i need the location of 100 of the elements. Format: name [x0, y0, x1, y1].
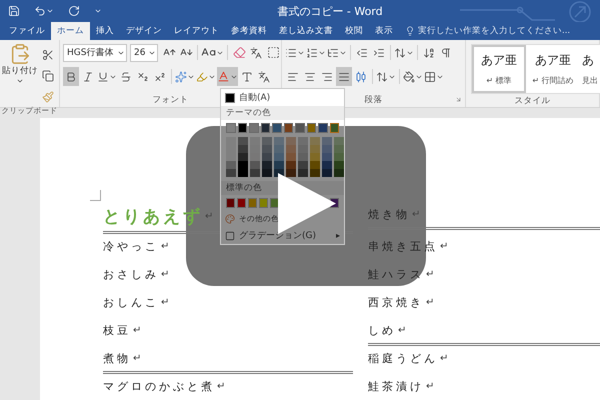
- font-size-field[interactable]: 26: [130, 44, 158, 62]
- paragraph-mark: ↵: [412, 210, 420, 220]
- color-swatch[interactable]: [260, 123, 270, 133]
- color-swatch[interactable]: [248, 198, 257, 208]
- color-swatch[interactable]: [318, 123, 328, 133]
- launcher-icon: [455, 96, 462, 103]
- color-swatch[interactable]: [238, 123, 247, 133]
- group-label: 段落: [364, 94, 382, 106]
- dish-name: 枝豆: [103, 323, 131, 338]
- paragraph-mark: ↵: [205, 212, 214, 222]
- group-label: スタイル: [514, 94, 550, 106]
- automatic-color-item[interactable]: 自動(A): [221, 89, 344, 106]
- paragraph-mark: ↵: [133, 326, 142, 336]
- paragraph-mark: ↵: [440, 354, 448, 364]
- style-name: ↵ 行間詰め: [532, 75, 574, 86]
- paintbrush-icon: [42, 90, 54, 102]
- color-swatch[interactable]: [295, 123, 304, 133]
- bordered-square-icon: [266, 46, 280, 59]
- redo-icon[interactable]: [68, 5, 80, 17]
- paste-button[interactable]: 貼り付け: [3, 43, 37, 106]
- ribbon-tab[interactable]: レイアウト: [168, 22, 225, 40]
- justify-icon: [338, 70, 350, 82]
- paragraph-mark: ↵: [398, 326, 406, 336]
- paragraph-mark: ↵: [161, 242, 170, 252]
- phonetic-icon: [250, 46, 262, 58]
- font-color-button[interactable]: [217, 67, 238, 86]
- dish-name: 鮭ハラス: [368, 267, 424, 282]
- distribute-icon: [355, 70, 367, 82]
- color-swatch[interactable]: [226, 198, 235, 208]
- paragraph-mark: ↵: [426, 298, 434, 308]
- color-shade-column[interactable]: [298, 137, 308, 177]
- caret-icon: [16, 77, 24, 85]
- color-shade-column[interactable]: [310, 137, 320, 177]
- dish-name: 稲庭うどん: [368, 351, 438, 366]
- subscript-icon: [137, 70, 149, 82]
- pilcrow-icon: [440, 46, 452, 58]
- superscript-icon: [154, 70, 166, 82]
- ribbon-tab[interactable]: 表示: [369, 22, 399, 40]
- palette-icon: [225, 214, 235, 224]
- ribbon-tab[interactable]: ファイル: [3, 22, 51, 40]
- color-swatch[interactable]: [272, 123, 282, 133]
- justify-button[interactable]: [336, 67, 352, 86]
- align-center-icon: [304, 70, 316, 82]
- strikethrough-icon: [120, 70, 132, 82]
- color-shade-column[interactable]: [238, 137, 248, 177]
- paragraph-mark: ↵: [426, 270, 434, 280]
- tell-me-field[interactable]: 実行したい作業を入力してください...: [405, 22, 570, 40]
- color-swatch[interactable]: [226, 123, 236, 133]
- ribbon-tab[interactable]: 参考資料: [225, 22, 273, 40]
- color-shade-column[interactable]: [322, 137, 332, 177]
- caret-icon: [46, 7, 54, 15]
- undo-icon[interactable]: [34, 5, 46, 17]
- dish-name: 冷やっこ: [103, 239, 159, 254]
- color-shade-column[interactable]: [262, 137, 272, 177]
- submenu-arrow: ▸: [336, 231, 340, 240]
- dish-name: おしんこ: [103, 295, 159, 310]
- color-shade-column[interactable]: [334, 137, 344, 177]
- color-shade-column[interactable]: [274, 137, 284, 177]
- ribbon-tab[interactable]: ホーム: [51, 22, 90, 40]
- margin-corner-mark: [90, 190, 102, 202]
- dish-name: 煮物: [103, 351, 131, 366]
- style-name: 見出: [582, 75, 598, 86]
- style-preview: あア亜: [481, 52, 517, 69]
- highlighter-icon: [196, 70, 208, 82]
- font-name-field[interactable]: HGS行書体: [63, 44, 127, 62]
- color-swatch[interactable]: [237, 198, 246, 208]
- spacing-icon: [394, 46, 406, 58]
- style-tile[interactable]: あ 見出: [580, 45, 600, 93]
- color-shade-column[interactable]: [250, 137, 260, 177]
- dish-name: 鮭茶漬け: [368, 379, 424, 394]
- ribbon-tab[interactable]: 差し込み文書: [273, 22, 339, 40]
- color-swatch[interactable]: [259, 198, 268, 208]
- color-swatch[interactable]: [284, 123, 293, 133]
- dish-name: 焼き物: [368, 207, 410, 222]
- color-swatch[interactable]: [249, 123, 258, 133]
- style-tile[interactable]: あア亜 ↵ 標準: [472, 45, 526, 93]
- eraser-icon: [232, 46, 246, 59]
- color-swatch[interactable]: [306, 123, 316, 133]
- align-right-icon: [321, 70, 333, 82]
- dish-name: 西京焼き: [368, 295, 424, 310]
- color-shade-column[interactable]: [286, 137, 296, 177]
- group-label: フォント: [152, 94, 188, 106]
- paragraph-mark: ↵: [426, 382, 434, 392]
- paragraph-mark: ↵: [161, 270, 170, 280]
- numbered-list-icon: [306, 46, 318, 58]
- bold-button[interactable]: [63, 67, 79, 86]
- ribbon-tab[interactable]: 挿入: [90, 22, 120, 40]
- paragraph-mark: ↵: [133, 354, 142, 364]
- color-shade-column[interactable]: [226, 137, 236, 177]
- ribbon-tab[interactable]: デザイン: [120, 22, 168, 40]
- align-left-icon: [287, 70, 299, 82]
- save-icon[interactable]: [8, 5, 20, 17]
- color-swatch[interactable]: [330, 123, 339, 133]
- paragraph-mark: ↵: [440, 242, 448, 252]
- style-preview: あ: [582, 52, 594, 69]
- indent-increase-icon: [373, 46, 385, 58]
- clipboard-icon: [9, 43, 31, 65]
- ribbon-tab[interactable]: 校閲: [339, 22, 369, 40]
- style-name: ↵ 標準: [486, 75, 512, 86]
- style-tile[interactable]: あア亜 ↵ 行間詰め: [526, 45, 580, 93]
